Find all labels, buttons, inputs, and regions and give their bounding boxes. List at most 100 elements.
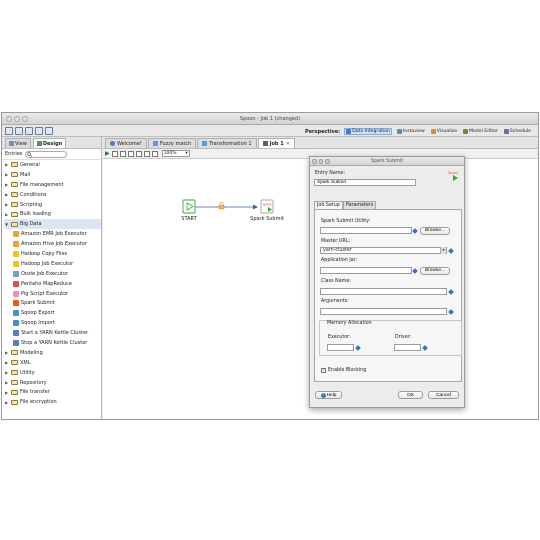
save-as-icon[interactable] [45, 127, 53, 135]
tree-category-item[interactable]: ▶ Repository [4, 378, 101, 388]
check-icon[interactable] [127, 150, 134, 157]
tree-category-item[interactable]: ▶ File transfer [4, 387, 101, 397]
chevron-right-icon[interactable]: ▶ [4, 172, 9, 177]
tree-category-item[interactable]: ▶ File encryption [4, 397, 101, 407]
tree-step-item[interactable]: Hadoop Job Executor [4, 259, 101, 269]
tab-parameters[interactable]: Parameters [342, 201, 377, 209]
tree-category-item[interactable]: ▶ XML [4, 358, 101, 368]
chevron-right-icon[interactable]: ▶ [4, 360, 9, 365]
tree-step-item[interactable]: Pentaho MapReduce [4, 279, 101, 289]
enable-blocking-checkbox[interactable]: ✓ [321, 368, 326, 373]
dialog-minimize-icon[interactable] [318, 159, 323, 164]
run-icon[interactable]: ▶ [105, 150, 110, 157]
tree-item-label: Amazon EMR Job Executor [21, 231, 87, 238]
tree-category-item[interactable]: ▶ Conditions [4, 190, 101, 200]
open-file-icon[interactable] [15, 127, 23, 135]
tree-step-item[interactable]: Pig Script Executor [4, 289, 101, 299]
tree-category-item[interactable]: ▶ Mail [4, 170, 101, 180]
tree-category-item[interactable]: ▶ Utility [4, 368, 101, 378]
tree-item-label: Big Data [20, 221, 42, 228]
chevron-right-icon[interactable]: ▶ [4, 370, 9, 375]
chevron-right-icon[interactable]: ▶ [4, 390, 9, 395]
chevron-right-icon[interactable]: ▶ [4, 380, 9, 385]
show-results-icon[interactable] [151, 150, 158, 157]
tab-design[interactable]: Design [32, 138, 67, 148]
dialog-close-icon[interactable] [312, 159, 317, 164]
hop-arrowhead [253, 204, 258, 210]
explore-repository-icon[interactable] [25, 127, 33, 135]
dialog-zoom-icon[interactable] [325, 159, 330, 164]
chevron-down-icon: ▾ [185, 151, 188, 156]
tree-step-item[interactable]: Oozie Job Executor [4, 269, 101, 279]
chevron-right-icon[interactable]: ▶ [4, 400, 9, 405]
tab-welcome[interactable]: Welcome! [105, 138, 147, 148]
search-input[interactable] [33, 151, 66, 157]
ok-button[interactable]: OK [398, 391, 423, 399]
help-icon: ? [320, 392, 326, 398]
chevron-right-icon[interactable]: ▶ [4, 350, 9, 355]
chevron-down-icon[interactable]: ▼ [4, 222, 9, 227]
tree-item-label: File management [20, 181, 64, 188]
cancel-button[interactable]: Cancel [428, 391, 459, 399]
tree-category-item[interactable]: ▶ Bulk loading [4, 209, 101, 219]
tree-item-label: Sqoop Export [21, 310, 55, 317]
tree-category-item[interactable]: ▼ Big Data [4, 219, 101, 230]
tree-step-item[interactable]: Hadoop Copy Files [4, 249, 101, 259]
tree-step-item[interactable]: Sqoop Import [4, 318, 101, 328]
tree-category-item[interactable]: ▶ File management [4, 180, 101, 190]
tree-step-item[interactable]: Start a YARN Kettle Cluster [4, 328, 101, 338]
tree-step-item[interactable]: Spark Submit [4, 298, 101, 308]
tab-view[interactable]: View [5, 138, 31, 148]
tree-category-item[interactable]: ▶ General [4, 160, 101, 170]
tab-transformation-1[interactable]: Transformation 1 [197, 138, 257, 148]
zoom-select[interactable]: 100% ▾ [161, 150, 190, 157]
tree-step-item[interactable]: Amazon EMR Job Executor [4, 229, 101, 239]
tree-category-item[interactable]: ▶ Modeling [4, 348, 101, 358]
perspective-visualize[interactable]: Visualize [430, 129, 458, 134]
spark-submit-node[interactable]: Spark [260, 199, 274, 214]
driver-field[interactable] [394, 344, 421, 351]
new-file-icon[interactable] [5, 127, 13, 135]
close-tab-icon[interactable]: ✕ [286, 141, 290, 147]
search-box [25, 150, 68, 158]
tree-step-item[interactable]: Stop a YARN Kettle Cluster [4, 338, 101, 348]
folder-icon [11, 192, 18, 198]
help-button[interactable]: ? Help [315, 391, 342, 399]
application-jar-field[interactable] [320, 267, 412, 274]
perspective-data-integration[interactable]: Data Integration [344, 128, 392, 135]
chevron-right-icon[interactable]: ▶ [4, 192, 9, 197]
tab-fuzzy-match[interactable]: Fuzzy match [147, 138, 197, 148]
pause-icon[interactable] [111, 150, 118, 157]
perspective-schedule[interactable]: Schedule [503, 129, 532, 134]
tab-job-1[interactable]: Job 1 ✕ [257, 138, 295, 148]
start-node[interactable] [182, 199, 196, 214]
explore-db-icon[interactable] [143, 150, 150, 157]
stop-icon[interactable] [119, 150, 126, 157]
executor-field[interactable] [327, 344, 354, 351]
sql-icon[interactable] [135, 150, 142, 157]
tree-step-item[interactable]: Sqoop Export [4, 308, 101, 318]
utility-field[interactable] [320, 227, 412, 234]
tree-item-label: Amazon Hive Job Executor [21, 241, 87, 248]
master-url-select[interactable]: yarn-cluster ▾ [320, 247, 447, 254]
tree-step-item[interactable]: Amazon Hive Job Executor [4, 239, 101, 249]
chevron-right-icon[interactable]: ▶ [4, 212, 9, 217]
jar-browse-button[interactable]: Browse... [420, 266, 450, 275]
perspective-model-editor[interactable]: Model Editor [462, 129, 499, 134]
entries-tree: ▶ General ▶ Mail ▶ File management ▶ Conditions… [2, 160, 101, 407]
utility-browse-button[interactable]: Browse... [420, 226, 450, 235]
folder-icon [11, 370, 18, 376]
left-panel-tabs: View Design [2, 137, 101, 149]
class-name-field[interactable] [320, 288, 447, 295]
tab-job-setup[interactable]: Job Setup [314, 201, 343, 209]
entry-name-field[interactable] [314, 179, 416, 186]
perspective-instaview[interactable]: Instaview [396, 129, 426, 134]
sqoop-import-icon [13, 320, 19, 327]
arguments-field[interactable] [320, 308, 447, 315]
save-icon[interactable] [35, 127, 43, 135]
amazon-emr-icon [13, 231, 19, 238]
chevron-right-icon[interactable]: ▶ [4, 162, 9, 167]
tree-category-item[interactable]: ▶ Scripting [4, 200, 101, 210]
chevron-right-icon[interactable]: ▶ [4, 182, 9, 187]
chevron-right-icon[interactable]: ▶ [4, 202, 9, 207]
